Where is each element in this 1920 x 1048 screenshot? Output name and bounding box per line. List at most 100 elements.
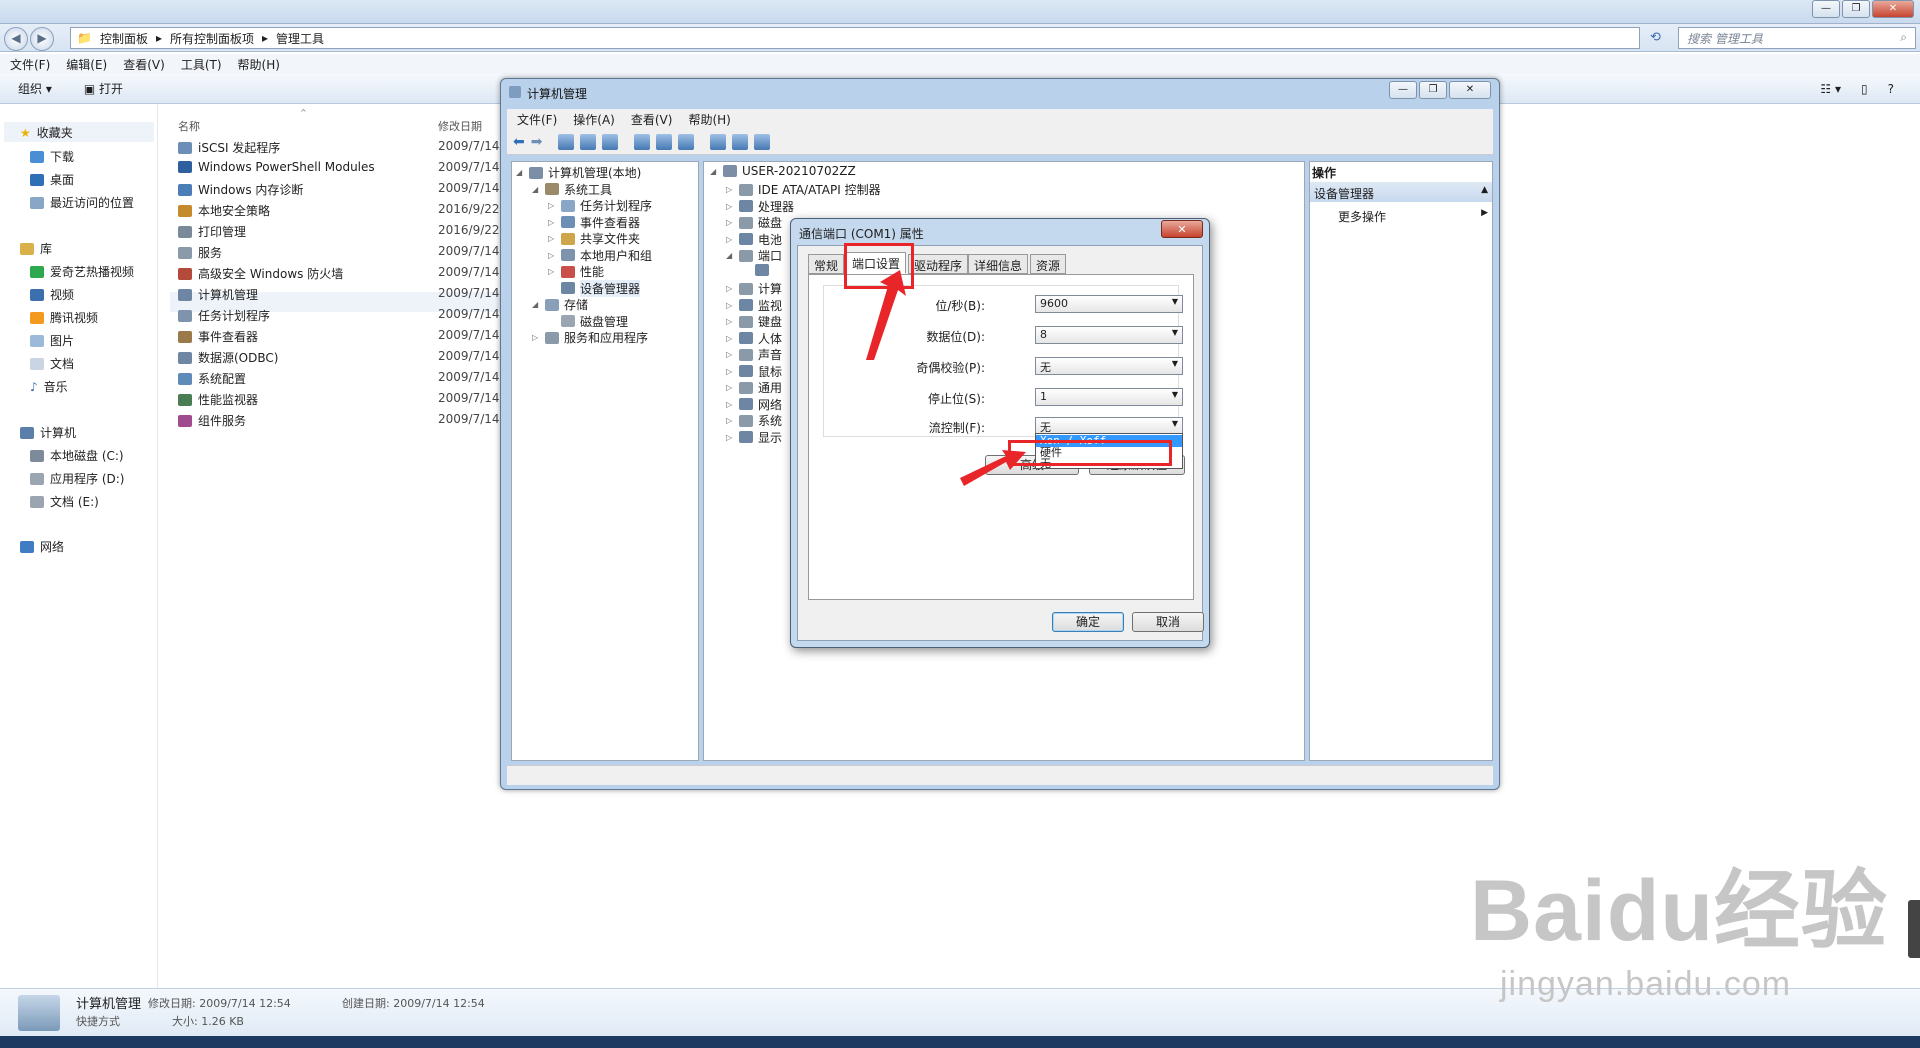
nav-item-downloads[interactable]: 下载 (30, 148, 74, 165)
file-row[interactable]: 组件服务 (178, 412, 246, 429)
tab-general[interactable]: 常规 (808, 254, 845, 274)
tree-item[interactable]: 设备管理器 (548, 279, 641, 297)
expand-arrow-icon[interactable]: ▷ (726, 235, 734, 244)
menu-file[interactable]: 文件(F) (517, 111, 557, 127)
expand-arrow-icon[interactable]: ▷ (726, 284, 734, 293)
address-box[interactable]: 📁 控制面板 ▸ 所有控制面板项 ▸ 管理工具 (70, 27, 1640, 49)
expand-arrow-icon[interactable]: ▷ (726, 218, 734, 227)
expand-arrow-icon[interactable]: ▷ (548, 267, 556, 276)
nav-item-iqiyi[interactable]: 爱奇艺热播视频 (30, 263, 134, 280)
file-row[interactable]: 性能监视器 (178, 391, 258, 408)
tree-item[interactable]: ▷ 服务和应用程序 (532, 329, 648, 346)
device-category[interactable]: ◢ 端口 (726, 247, 782, 264)
forward-button[interactable]: ▶ (30, 27, 54, 51)
expand-arrow-icon[interactable]: ▷ (726, 317, 734, 326)
tree-item[interactable]: ▷ 共享文件夹 (548, 230, 640, 247)
expand-arrow-icon[interactable]: ▷ (548, 234, 556, 243)
nav-computer[interactable]: 计算机 (20, 424, 76, 441)
expand-arrow-icon[interactable]: ▷ (726, 416, 734, 425)
expand-arrow-icon[interactable]: ◢ (532, 185, 540, 194)
dialog-close-button[interactable]: ✕ (1161, 220, 1203, 238)
nav-item-drive-c[interactable]: 本地磁盘 (C:) (30, 447, 124, 464)
minimize-button[interactable]: — (1812, 0, 1840, 18)
expand-arrow-icon[interactable]: ▷ (726, 383, 734, 392)
nav-item-videos[interactable]: 视频 (30, 286, 74, 303)
ok-button[interactable]: 确定 (1052, 612, 1124, 632)
column-header-name[interactable]: 名称 (178, 118, 200, 134)
close-button[interactable]: ✕ (1872, 0, 1914, 18)
expand-arrow-icon[interactable]: ▷ (548, 218, 556, 227)
menu-file[interactable]: 文件(F) (10, 56, 50, 72)
nav-item-recent[interactable]: 最近访问的位置 (30, 194, 134, 211)
nav-item-desktop[interactable]: 桌面 (30, 171, 74, 188)
menu-tools[interactable]: 工具(T) (181, 56, 222, 72)
menu-help[interactable]: 帮助(H) (688, 111, 730, 127)
nav-favorites[interactable]: ★ 收藏夹 (20, 124, 73, 141)
tree-item[interactable]: 磁盘管理 (548, 313, 628, 330)
menu-edit[interactable]: 编辑(E) (66, 56, 107, 72)
tree-item[interactable]: ▷ 本地用户和组 (548, 247, 652, 264)
properties-icon[interactable] (602, 133, 619, 150)
help-icon[interactable] (634, 133, 651, 150)
file-row[interactable]: Windows 内存诊断 (178, 181, 303, 198)
refresh-icon[interactable]: ⟲ (1650, 30, 1661, 45)
device-category[interactable]: ▷ 计算 (726, 280, 782, 297)
tab-resources[interactable]: 资源 (1030, 254, 1067, 274)
tree-item[interactable]: ◢ 计算机管理(本地) (516, 164, 641, 181)
breadcrumb-item[interactable]: 所有控制面板项 (170, 30, 254, 47)
scan-hardware-icon[interactable] (678, 133, 695, 150)
expand-arrow-icon[interactable]: ▷ (726, 350, 734, 359)
breadcrumb-item[interactable]: 控制面板 (100, 30, 148, 47)
tree-item[interactable]: ▷ 事件查看器 (548, 214, 640, 231)
open-button[interactable]: ▣ 打开 (84, 80, 123, 97)
device-category[interactable]: ▷ 人体 (726, 330, 782, 347)
search-input[interactable]: 搜索 管理工具 ⌕ (1678, 27, 1916, 49)
menu-view[interactable]: 查看(V) (123, 56, 165, 72)
maximize-button[interactable]: ❐ (1842, 0, 1870, 18)
breadcrumb-item[interactable]: 管理工具 (276, 30, 324, 47)
expand-arrow-icon[interactable]: ▷ (726, 367, 734, 376)
tree-item[interactable]: ◢ 存储 (532, 296, 588, 313)
menu-action[interactable]: 操作(A) (573, 111, 615, 127)
expand-arrow-icon[interactable]: ▷ (726, 334, 734, 343)
device-category[interactable]: ▷ 电池 (726, 231, 782, 248)
back-arrow-icon[interactable]: ⬅ (513, 134, 525, 150)
expand-arrow-icon[interactable]: ▷ (548, 201, 556, 210)
minimize-button[interactable]: — (1389, 81, 1417, 99)
expand-arrow-icon[interactable]: ▷ (532, 333, 540, 342)
expand-arrow-icon[interactable]: ▷ (726, 185, 734, 194)
tree-item[interactable]: ▷ 任务计划程序 (548, 197, 652, 214)
nav-item-tencent[interactable]: 腾讯视频 (30, 309, 98, 326)
device-category[interactable]: ▷ 声音 (726, 346, 782, 363)
file-row[interactable]: 数据源(ODBC) (178, 349, 278, 366)
back-button[interactable]: ◀ (4, 27, 28, 51)
update-driver-icon[interactable] (710, 133, 727, 150)
show-hide-tree-icon[interactable] (580, 133, 597, 150)
expand-arrow-icon[interactable]: ▷ (726, 400, 734, 409)
column-header-date[interactable]: 修改日期 (438, 118, 482, 134)
baud-rate-select[interactable]: 9600 ▼ (1035, 295, 1183, 313)
menu-view[interactable]: 查看(V) (631, 111, 673, 127)
console-icon[interactable] (656, 133, 673, 150)
view-options-icon[interactable]: ☷ ▾ (1820, 82, 1841, 96)
device-category[interactable]: ▷ 键盘 (726, 313, 782, 330)
file-row[interactable]: 计算机管理 (178, 286, 258, 303)
file-row[interactable]: 打印管理 (178, 223, 246, 240)
expand-arrow-icon[interactable]: ▷ (726, 433, 734, 442)
device-category[interactable] (726, 263, 774, 276)
organize-button[interactable]: 组织 ▾ (18, 80, 52, 97)
expand-arrow-icon[interactable]: ▷ (548, 251, 556, 260)
tab-driver[interactable]: 驱动程序 (908, 254, 969, 274)
forward-arrow-icon[interactable]: ➡ (531, 134, 543, 150)
file-row[interactable]: Windows PowerShell Modules (178, 160, 375, 174)
more-actions[interactable]: 更多操作 ▶ (1338, 208, 1488, 225)
nav-item-documents[interactable]: 文档 (30, 355, 74, 372)
cancel-button[interactable]: 取消 (1132, 612, 1204, 632)
uninstall-icon[interactable] (732, 133, 749, 150)
nav-item-drive-e[interactable]: 文档 (E:) (30, 493, 99, 510)
stop-bits-select[interactable]: 1 ▼ (1035, 388, 1183, 406)
device-category[interactable]: ▷ 显示 (726, 429, 782, 446)
expand-arrow-icon[interactable]: ▷ (726, 301, 734, 310)
device-category[interactable]: ▷ 监视 (726, 297, 782, 314)
preview-pane-icon[interactable]: ▯ (1861, 82, 1868, 96)
